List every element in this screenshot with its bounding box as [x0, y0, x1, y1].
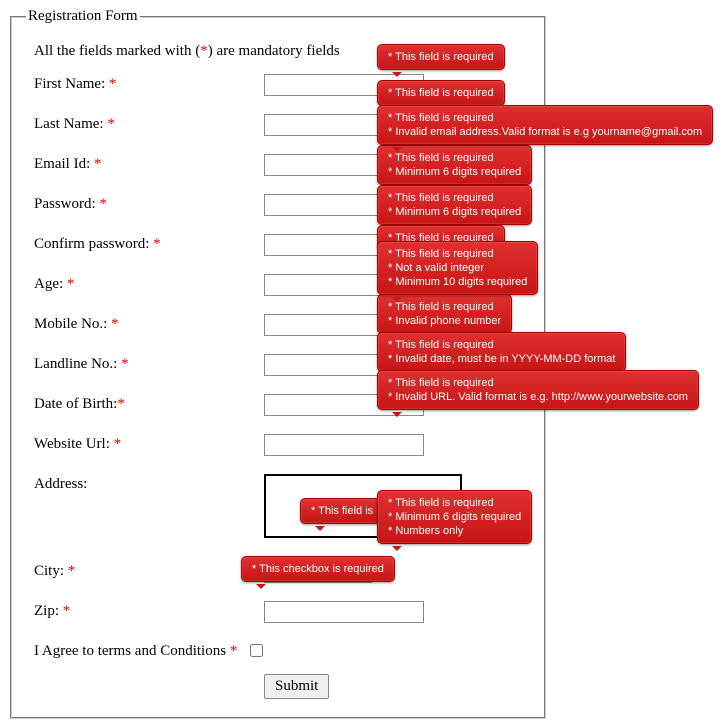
- age-input[interactable]: [264, 274, 424, 296]
- registration-form: Registration Form All the fields marked …: [10, 8, 546, 719]
- label-dob: Date of Birth:: [34, 396, 117, 412]
- label-landline: Landline No.:: [34, 356, 121, 372]
- label-city: City:: [34, 563, 68, 579]
- label-website: Website Url:: [34, 436, 114, 452]
- label-first-name: First Name:: [34, 76, 109, 92]
- mobile-input[interactable]: [264, 314, 424, 336]
- label-zip: Zip:: [34, 603, 63, 619]
- last-name-input[interactable]: [264, 114, 424, 136]
- submit-button[interactable]: Submit: [264, 674, 329, 699]
- form-legend: Registration Form: [26, 8, 140, 25]
- password-input[interactable]: [264, 194, 424, 216]
- terms-checkbox[interactable]: [250, 644, 263, 657]
- label-mobile: Mobile No.:: [34, 316, 111, 332]
- landline-input[interactable]: [264, 354, 424, 376]
- mandatory-note: All the fields marked with (*) are manda…: [34, 43, 530, 60]
- city-select[interactable]: Choose City: [264, 561, 372, 583]
- email-input[interactable]: [264, 154, 424, 176]
- label-address: Address:: [34, 476, 87, 492]
- dob-input[interactable]: [264, 394, 424, 416]
- label-age: Age:: [34, 276, 67, 292]
- website-input[interactable]: [264, 434, 424, 456]
- first-name-input[interactable]: [264, 74, 424, 96]
- zip-input[interactable]: [264, 601, 424, 623]
- confirm-password-input[interactable]: [264, 234, 424, 256]
- label-last-name: Last Name:: [34, 116, 107, 132]
- address-input[interactable]: [264, 474, 462, 538]
- label-email: Email Id:: [34, 156, 94, 172]
- label-confirm-password: Confirm password:: [34, 236, 153, 252]
- label-password: Password:: [34, 196, 99, 212]
